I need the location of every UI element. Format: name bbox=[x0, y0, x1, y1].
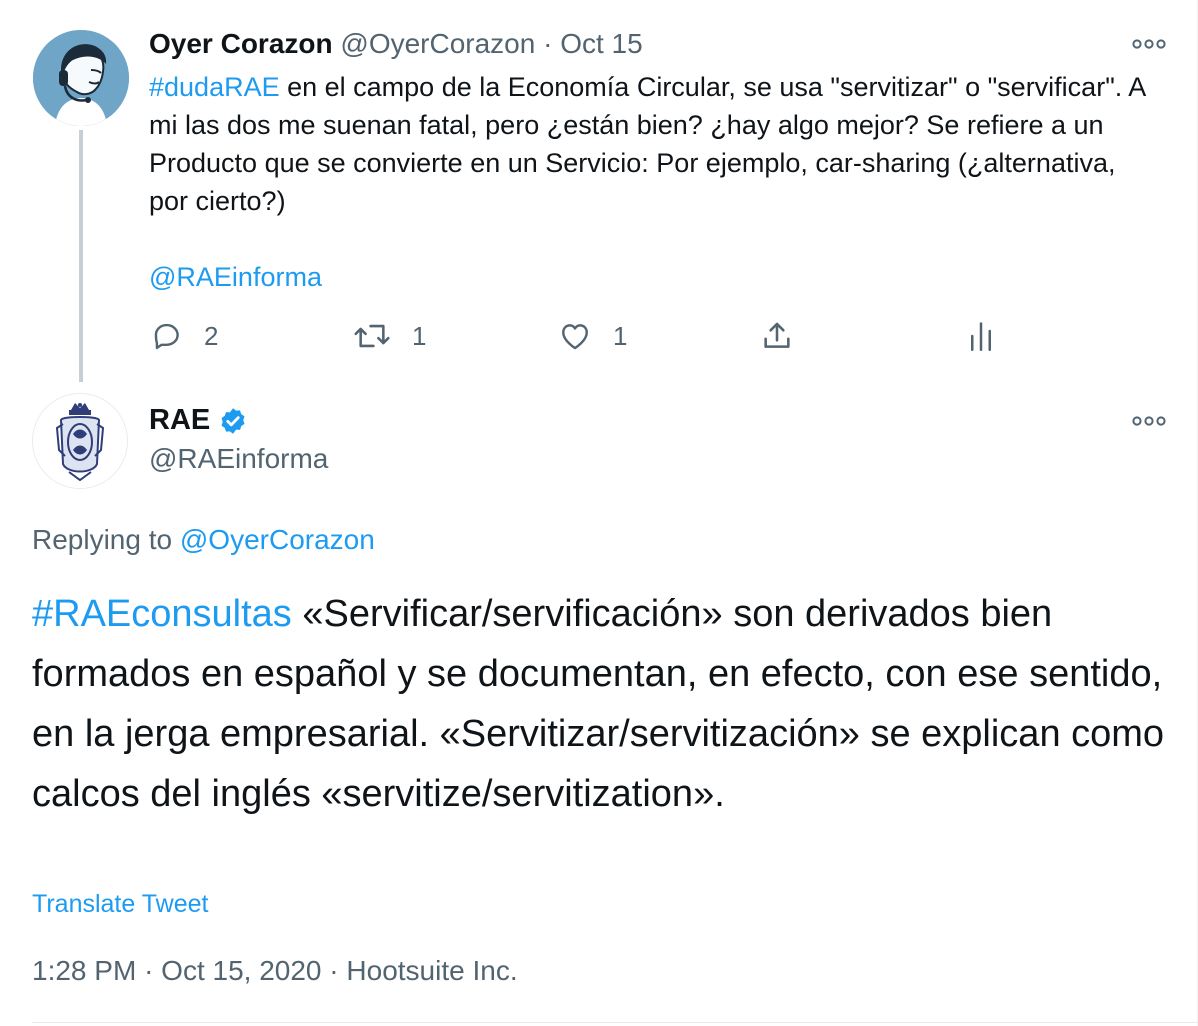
tweet2-author-name: RAE bbox=[149, 404, 211, 436]
tweet2-source[interactable]: Hootsuite Inc. bbox=[346, 955, 517, 986]
tweet1-separator: · bbox=[543, 28, 553, 59]
tweet-stats-button[interactable] bbox=[966, 316, 996, 356]
share-button[interactable] bbox=[760, 316, 794, 356]
tweet2-more-options-button[interactable] bbox=[1132, 414, 1166, 428]
more-options-icon bbox=[1132, 416, 1166, 426]
tweet2-meta: 1:28 PM · Oct 15, 2020 · Hootsuite Inc. bbox=[32, 955, 518, 987]
thread-connector-line bbox=[79, 130, 83, 382]
replying-to-line: Replying to @OyerCorazon bbox=[32, 524, 375, 556]
tweet2-meta-separator-2: · bbox=[329, 955, 339, 986]
reply-button[interactable]: 2 bbox=[150, 316, 218, 356]
replying-to-prefix: Replying to bbox=[32, 524, 180, 555]
coat-of-arms-avatar-icon bbox=[33, 394, 127, 488]
avatar-oyer-corazon[interactable] bbox=[33, 30, 129, 126]
tweet2-body: #RAEconsultas «Servificar/servificación»… bbox=[32, 584, 1172, 824]
bottom-divider bbox=[32, 1022, 1198, 1023]
heart-icon bbox=[562, 324, 588, 350]
share-icon bbox=[764, 322, 790, 348]
tweet2-meta-separator-1: · bbox=[144, 955, 154, 986]
tweet1-body: #dudaRAE en el campo de la Economía Circ… bbox=[149, 68, 1159, 220]
tweet1-mention[interactable]: @RAEinforma bbox=[149, 262, 322, 292]
tweet2-date[interactable]: Oct 15, 2020 bbox=[161, 955, 321, 986]
tweet1-mention-line: @RAEinforma bbox=[149, 258, 322, 296]
tweet1-header: Oyer Corazon @OyerCorazon · Oct 15 bbox=[149, 28, 643, 60]
translate-tweet-link[interactable]: Translate Tweet bbox=[32, 890, 208, 919]
retweet-icon bbox=[354, 324, 390, 348]
verified-badge-icon bbox=[221, 407, 245, 434]
retweet-count: 1 bbox=[412, 320, 427, 351]
tweet2-author-name-row[interactable]: RAE bbox=[149, 404, 248, 437]
tweet1-hashtag[interactable]: #dudaRAE bbox=[149, 72, 280, 102]
like-button[interactable]: 1 bbox=[557, 316, 627, 356]
tweet1-author-name[interactable]: Oyer Corazon bbox=[149, 28, 333, 59]
avatar-rae[interactable] bbox=[32, 393, 128, 489]
replying-to-handle[interactable]: @OyerCorazon bbox=[180, 524, 375, 555]
tweet1-author-handle[interactable]: @OyerCorazon bbox=[340, 28, 535, 59]
reply-count: 2 bbox=[204, 320, 219, 351]
tweet1-text: en el campo de la Economía Circular, se … bbox=[149, 72, 1145, 216]
retweet-button[interactable]: 1 bbox=[352, 316, 426, 356]
tweet1-date[interactable]: Oct 15 bbox=[560, 28, 642, 59]
more-options-icon bbox=[1132, 39, 1166, 49]
like-count: 1 bbox=[613, 320, 628, 351]
stats-icon bbox=[971, 322, 991, 351]
tweet2-hashtag[interactable]: #RAEconsultas bbox=[32, 593, 292, 635]
person-with-headset-avatar-icon bbox=[33, 30, 129, 126]
tweet2-author-handle[interactable]: @RAEinforma bbox=[149, 443, 328, 475]
reply-icon bbox=[154, 323, 179, 350]
tweet1-more-options-button[interactable] bbox=[1132, 37, 1166, 51]
tweet2-time[interactable]: 1:28 PM bbox=[32, 955, 136, 986]
